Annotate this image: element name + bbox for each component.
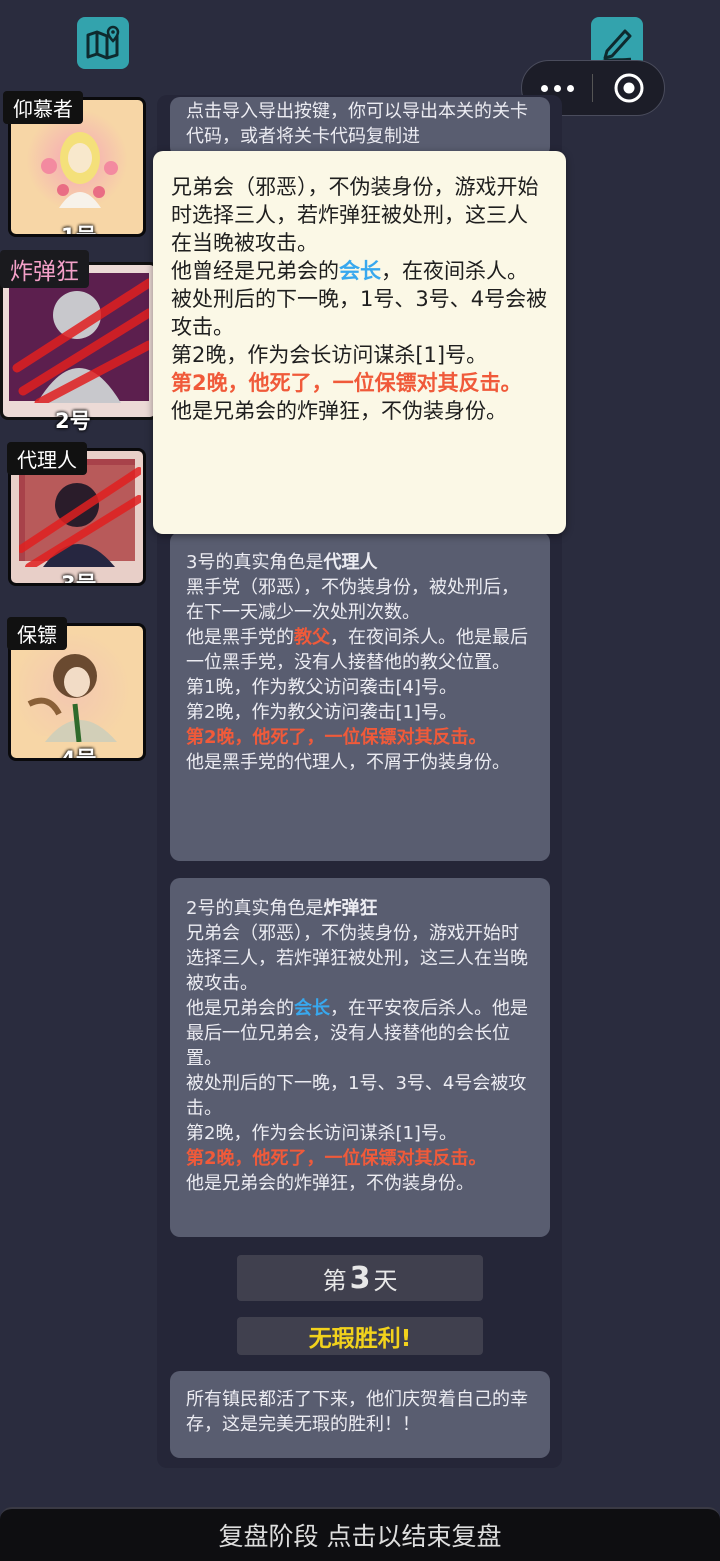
- end-review-label: 复盘阶段 点击以结束复盘: [218, 1522, 502, 1551]
- log-text: 他是兄弟会的: [186, 998, 294, 1019]
- log-line: 他是兄弟会的炸弹狂，不伪装身份。: [186, 1173, 474, 1194]
- tooltip-text: ，在夜间杀人。: [381, 259, 528, 283]
- end-review-button[interactable]: 复盘阶段 点击以结束复盘: [0, 1507, 720, 1561]
- day-number: 3: [349, 1260, 371, 1296]
- tooltip-line: 兄弟会（邪恶），不伪装身份，游戏开始时选择三人，若炸弹狂被处刑，这三人在当晚被攻…: [171, 175, 539, 255]
- log-line: 第1晚，作为教父访问袭击[4]号。: [186, 677, 457, 698]
- log-text: 3号的真实角色是: [186, 552, 324, 573]
- player-number: 3号: [61, 572, 97, 586]
- log-bubble-reveal3: 3号的真实角色是代理人 黑手党（邪恶），不伪装身份，被处刑后，在下一天减少一次处…: [170, 532, 550, 861]
- log-rank: 教父: [294, 627, 330, 648]
- log-rank: 会长: [294, 998, 330, 1019]
- target-circle-icon[interactable]: [593, 71, 664, 105]
- log-line: 第2晚，作为会长访问谋杀[1]号。: [186, 1123, 457, 1144]
- pencil-edit-icon: [602, 29, 632, 63]
- log-line: 2号的真实角色是炸弹狂: [186, 896, 534, 921]
- log-text: 点击导入导出按键，你可以导出本关的关卡代码，或者将关卡代码复制进: [186, 101, 528, 147]
- map-pin-icon: [86, 25, 120, 60]
- tooltip-line: 他是兄弟会的炸弹狂，不伪装身份。: [171, 399, 507, 423]
- log-text: 2号的真实角色是: [186, 898, 324, 919]
- log-role: 代理人: [323, 552, 378, 573]
- role-tag-3: 代理人: [7, 442, 87, 475]
- victory-banner: 无瑕胜利!: [237, 1317, 483, 1355]
- tooltip-line: 第2晚，作为会长访问谋杀[1]号。: [171, 343, 488, 367]
- log-bubble-ending: 所有镇民都活了下来，他们庆贺着自己的幸存，这是完美无瑕的胜利！！: [170, 1371, 550, 1458]
- role-tag-2: 炸弹狂: [0, 250, 89, 288]
- tooltip-death-line: 第2晚，他死了，一位保镖对其反击。: [171, 371, 522, 395]
- tooltip-line: 他曾经是兄弟会的会长，在夜间杀人。: [171, 257, 548, 285]
- tooltip-line: 被处刑后的下一晚，1号、3号、4号会被攻击。: [171, 287, 548, 339]
- log-death-line: 第2晚，他死了，一位保镖对其反击。: [186, 727, 487, 748]
- log-bubble-reveal2: 2号的真实角色是炸弹狂 兄弟会（邪恶），不伪装身份，游戏开始时选择三人，若炸弹狂…: [170, 878, 550, 1237]
- player-number: 4号: [61, 747, 97, 761]
- role-detail-tooltip[interactable]: 兄弟会（邪恶），不伪装身份，游戏开始时选择三人，若炸弹狂被处刑，这三人在当晚被攻…: [153, 151, 566, 534]
- tooltip-text: 他曾经是兄弟会的: [171, 259, 339, 283]
- log-line: 他是黑手党的教父，在夜间杀人。他是最后一位黑手党，没有人接替他的教父位置。: [186, 625, 534, 675]
- day-prefix: 第: [322, 1266, 347, 1295]
- player-number: 2号: [55, 409, 91, 433]
- day-suffix: 天: [373, 1266, 398, 1295]
- log-line: 他是黑手党的代理人，不屑于伪装身份。: [186, 752, 510, 773]
- log-line: 被处刑后的下一晚，1号、3号、4号会被攻击。: [186, 1073, 527, 1119]
- log-line: 黑手党（邪恶），不伪装身份，被处刑后，在下一天减少一次处刑次数。: [186, 577, 519, 623]
- log-death-line: 第2晚，他死了，一位保镖对其反击。: [186, 1148, 487, 1169]
- player-number: 1号: [61, 224, 97, 237]
- more-dots-icon[interactable]: [522, 84, 592, 92]
- log-bubble-top: 点击导入导出按键，你可以导出本关的关卡代码，或者将关卡代码复制进: [170, 97, 550, 157]
- victory-text: 无瑕胜利!: [308, 1326, 412, 1352]
- log-line: 兄弟会（邪恶），不伪装身份，游戏开始时选择三人，若炸弹狂被处刑，这三人在当晚被攻…: [186, 923, 528, 994]
- log-text: 所有镇民都活了下来，他们庆贺着自己的幸存，这是完美无瑕的胜利！！: [186, 1389, 528, 1435]
- log-role: 炸弹狂: [323, 898, 378, 919]
- tooltip-rank: 会长: [339, 259, 381, 283]
- portrait-bomber: [9, 273, 154, 408]
- role-tag-1: 仰慕者: [3, 91, 83, 124]
- log-text: 他是黑手党的: [186, 627, 294, 648]
- day-banner: 第3天: [237, 1255, 483, 1301]
- map-button[interactable]: [77, 17, 129, 69]
- log-line: 他是兄弟会的会长，在平安夜后杀人。他是最后一位兄弟会，没有人接替他的会长位置。: [186, 996, 534, 1071]
- log-line: 3号的真实角色是代理人: [186, 550, 534, 575]
- role-tag-4: 保镖: [7, 617, 67, 650]
- log-line: 第2晚，作为教父访问袭击[1]号。: [186, 702, 457, 723]
